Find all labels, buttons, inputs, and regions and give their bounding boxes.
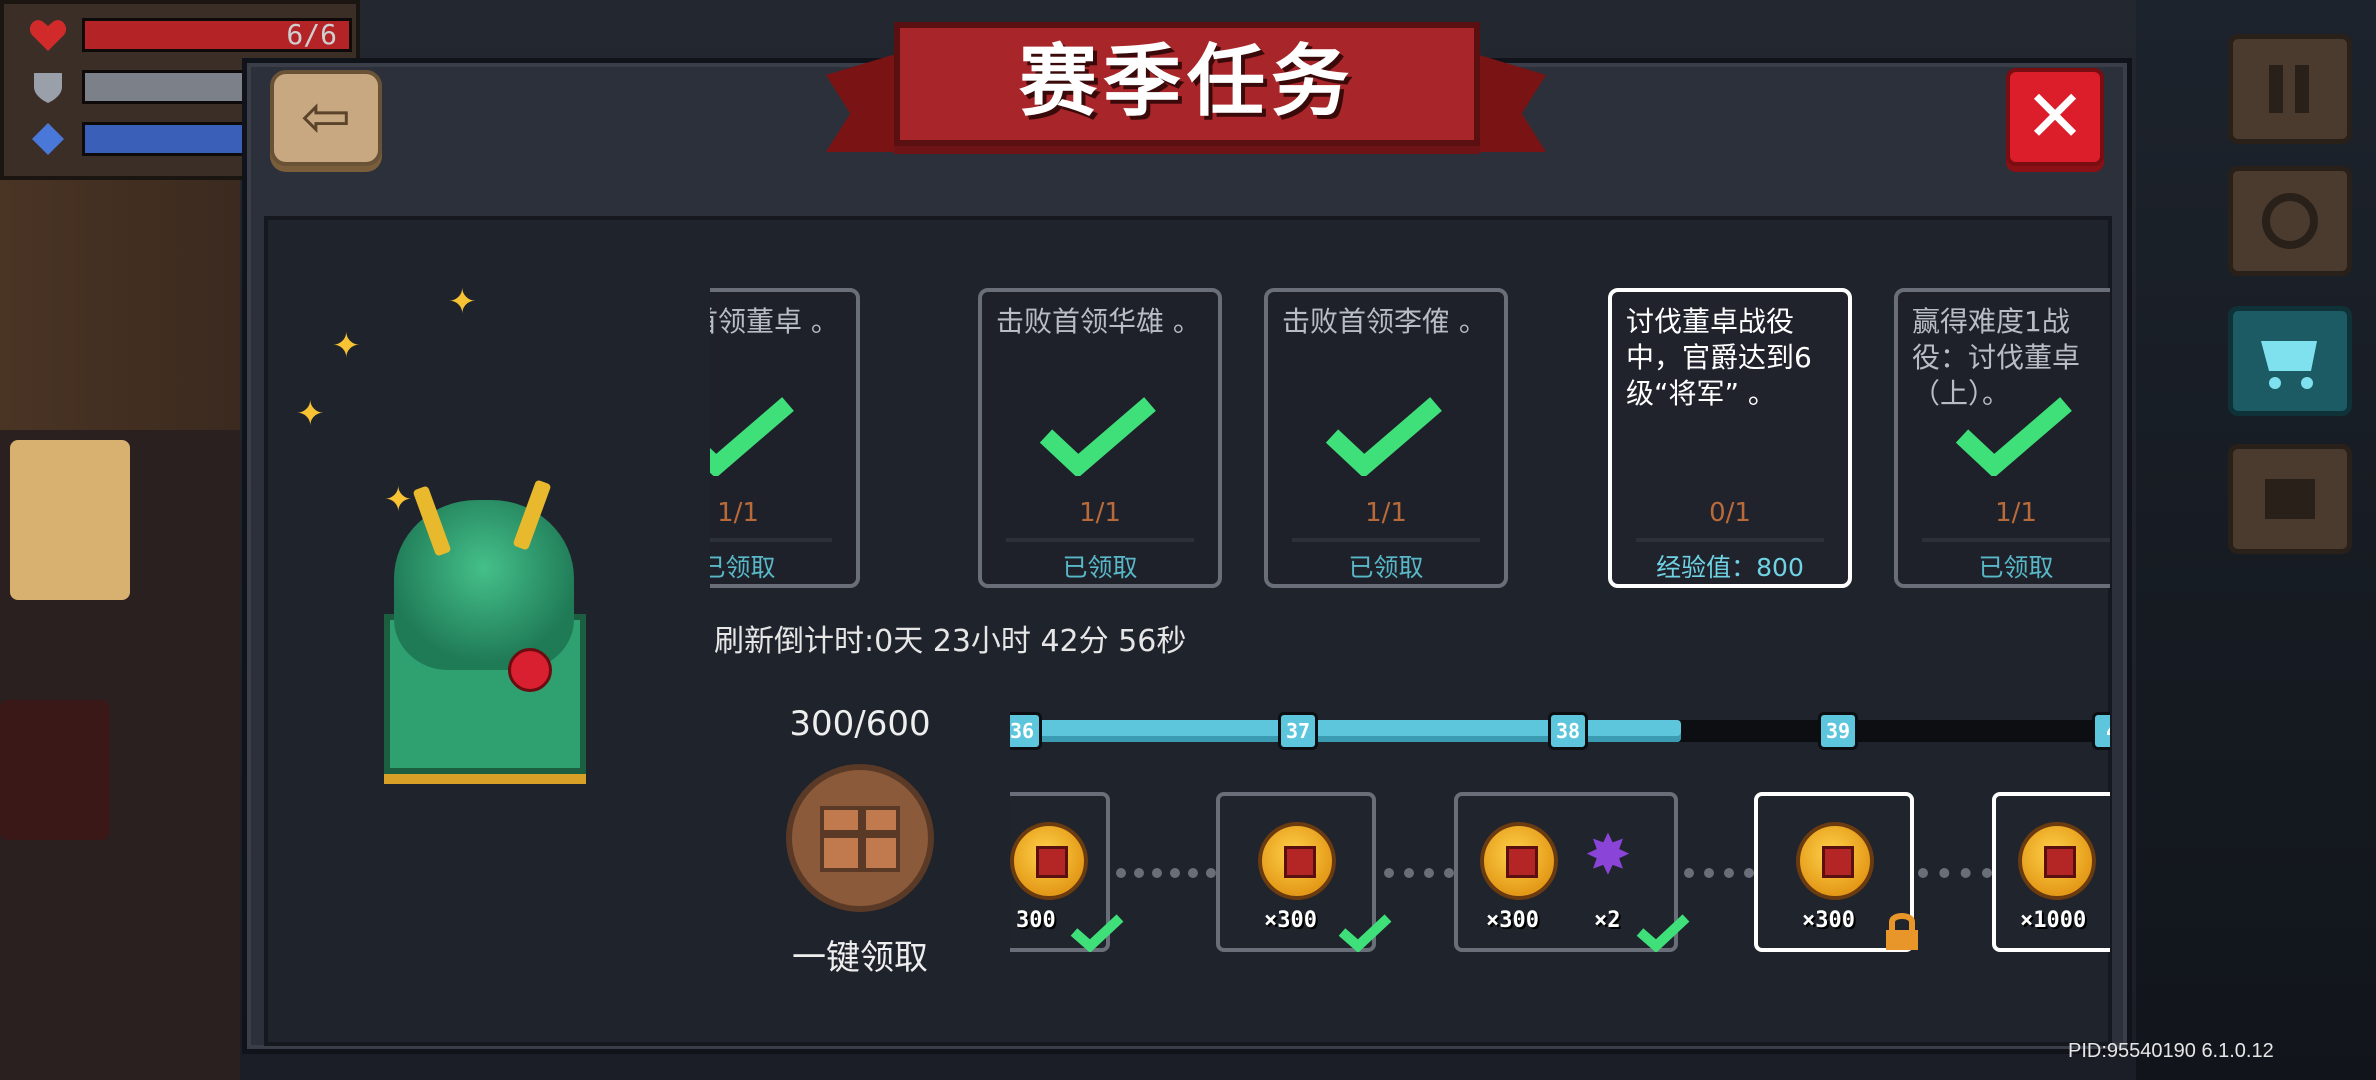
task-description: 击败首领董卓 。 (710, 305, 839, 338)
skill-icon (2265, 479, 2315, 519)
pause-button[interactable] (2228, 34, 2352, 144)
reward-quantity: 300 (1016, 908, 1056, 933)
checkmark-icon (1325, 397, 1442, 476)
task-reward: 经验值：800 (1656, 553, 1804, 582)
close-x-icon: ✕ (2024, 74, 2086, 158)
card-divider (1006, 538, 1194, 542)
claimed-check-icon (1338, 914, 1392, 952)
task-status: 已领取 (710, 553, 776, 582)
connector-dots (1384, 868, 1454, 888)
task-progress: 1/1 (1995, 498, 2037, 528)
gold-coin-icon (1796, 822, 1874, 900)
dialog-title: 赛季任务 (1018, 37, 1355, 127)
task-description: 讨伐董卓战役中，官爵达到6级“将军” 。 (1626, 305, 1812, 410)
claim-all-label: 一键领取 (792, 938, 928, 978)
task-card[interactable]: 击败首领李傕 。 1/1 已领取 (1264, 288, 1508, 588)
gift-box-icon (820, 806, 900, 872)
task-progress: 0/1 (1709, 498, 1751, 528)
season-exp: 300/600 (789, 704, 931, 744)
claimed-check-icon (1070, 914, 1124, 952)
title-ribbon: 赛季任务 (894, 22, 1480, 146)
level-node: 36 (1010, 712, 1042, 750)
task-description: 击败首领华雄 。 (996, 305, 1201, 338)
pause-icon (2269, 65, 2309, 113)
background-character (0, 700, 110, 840)
energy-crystal-icon (32, 123, 64, 155)
shield-icon (34, 73, 62, 103)
connector-dots (1918, 868, 1992, 888)
task-status: 已领取 (1978, 553, 2054, 582)
sparkle-icon: ✦ (296, 394, 325, 434)
connector-dots (1684, 868, 1754, 888)
sparkle-icon: ✦ (384, 480, 413, 520)
checkmark-icon (1955, 397, 2072, 476)
task-card[interactable]: 击败首领华雄 。 1/1 已领取 (978, 288, 1222, 588)
task-card[interactable]: 击败首领董卓 。 1/1 已领取 (710, 288, 860, 588)
dragon-orb (508, 648, 552, 692)
task-card-active[interactable]: 讨伐董卓战役中，官爵达到6级“将军” 。 0/1 经验值：800 (1608, 288, 1852, 588)
reward-quantity: ×300 (1802, 908, 1855, 933)
task-list[interactable]: 击败首领董卓 。 1/1 已领取 击败首领华雄 。 1/1 已领取 击败首领李傕… (710, 288, 2110, 592)
purple-crystal-icon: ✸ (1584, 823, 1632, 888)
skill-button[interactable] (2228, 444, 2352, 554)
claim-all-button[interactable] (786, 764, 934, 912)
swap-button[interactable] (2228, 166, 2352, 276)
refresh-countdown: 刷新倒计时:0天 23小时 42分 56秒 (714, 624, 1187, 659)
back-button[interactable]: ⇦ (270, 70, 382, 166)
task-progress: 1/1 (717, 498, 759, 528)
card-divider (1922, 538, 2110, 542)
task-description: 击败首领李傕 。 (1282, 305, 1487, 338)
lock-icon (1886, 913, 1918, 950)
connector-dots (1116, 868, 1216, 888)
background-character (10, 440, 130, 600)
gold-coin-icon (1258, 822, 1336, 900)
back-arrow-icon: ⇦ (300, 82, 352, 152)
reward-quantity: ×2 (1594, 908, 1621, 933)
card-divider (1292, 538, 1480, 542)
card-divider (710, 538, 832, 542)
hp-bar: 6/6 (82, 18, 352, 52)
shop-button[interactable] (2228, 306, 2352, 416)
task-status: 已领取 (1348, 553, 1424, 582)
level-node: 4 (2092, 712, 2110, 750)
level-node: 39 (1818, 712, 1858, 750)
card-divider (1636, 538, 1824, 542)
gold-coin-icon (1480, 822, 1558, 900)
sparkle-icon: ✦ (448, 282, 477, 322)
player-id: PID:95540190 6.1.0.12 (2068, 1040, 2274, 1062)
gold-coin-icon (2018, 822, 2096, 900)
swap-icon (2262, 193, 2318, 249)
checkmark-icon (710, 397, 794, 476)
level-node: 38 (1548, 712, 1588, 750)
sparkle-icon: ✦ (332, 326, 361, 366)
hp-row: 6/6 (28, 16, 352, 54)
heart-icon (29, 20, 67, 51)
dragon-statue-icon (394, 500, 574, 670)
reward-quantity: ×1000 (2020, 908, 2087, 933)
task-card[interactable]: 赢得难度1战役：讨伐董卓（上）。 1/1 已领取 (1894, 288, 2110, 588)
cart-icon (2261, 341, 2317, 389)
reward-quantity: ×300 (1264, 908, 1317, 933)
task-status: 已领取 (1062, 553, 1138, 582)
reward-quantity: ×300 (1486, 908, 1539, 933)
checkmark-icon (1039, 397, 1156, 476)
level-reward-track[interactable]: 36 37 38 39 4 300 ×300 ×300 ✸ ×2 ×300 ×1… (1010, 706, 2110, 966)
claimed-check-icon (1636, 914, 1690, 952)
task-progress: 1/1 (1365, 498, 1407, 528)
reward-slot[interactable]: ×1000 (1992, 792, 2110, 952)
level-node: 37 (1278, 712, 1318, 750)
gold-coin-icon (1010, 822, 1088, 900)
close-button[interactable]: ✕ (2006, 68, 2104, 166)
task-progress: 1/1 (1079, 498, 1121, 528)
